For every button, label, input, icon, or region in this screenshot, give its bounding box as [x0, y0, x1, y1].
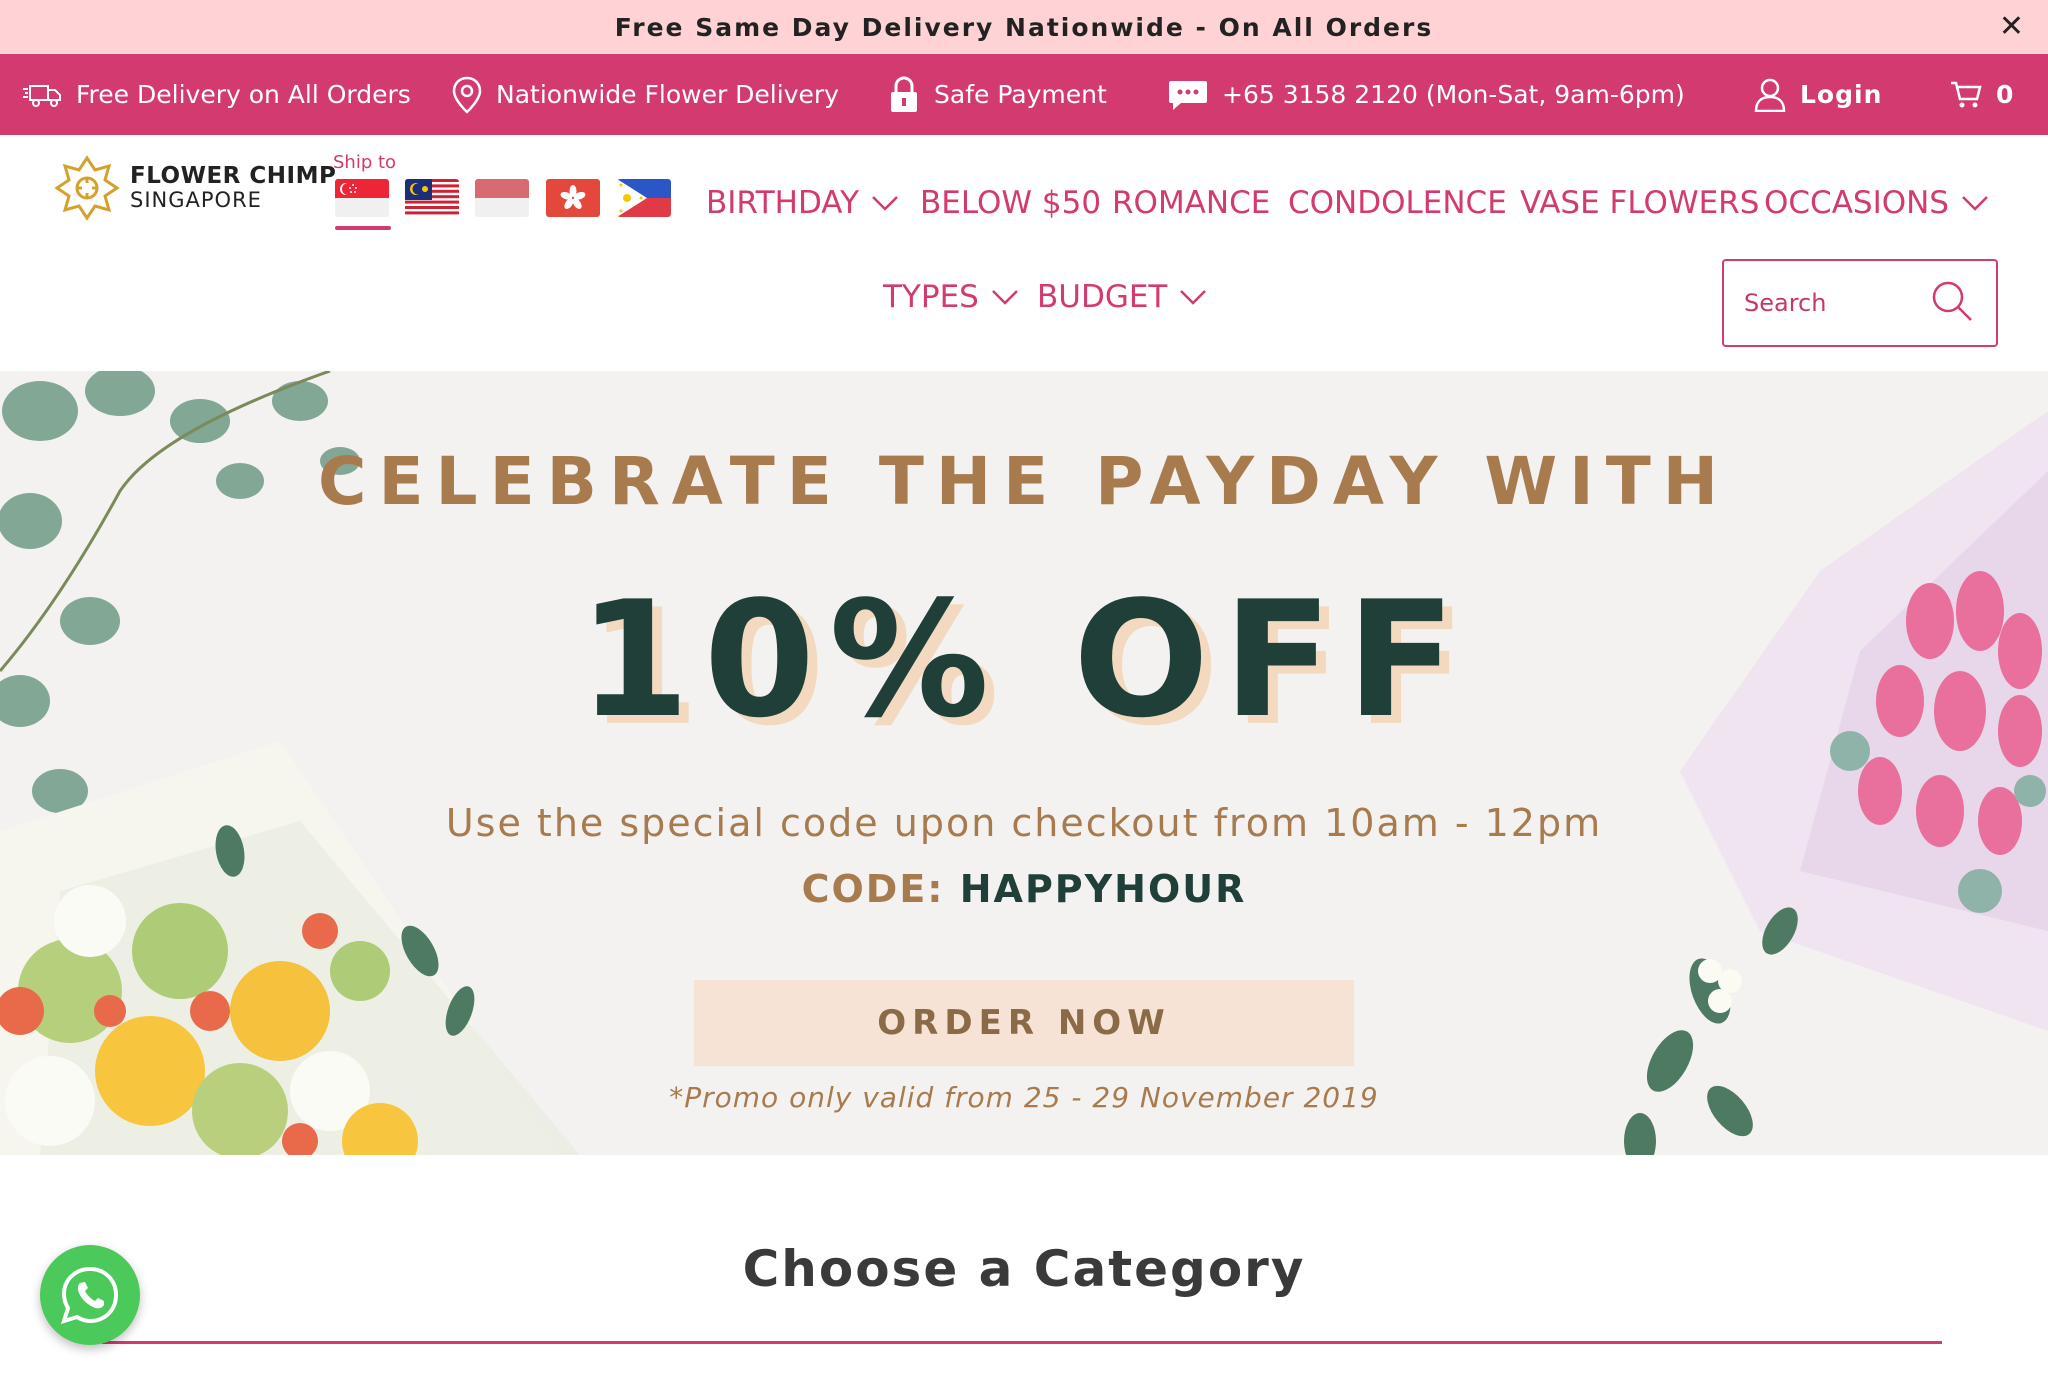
promo-code-value: HAPPYHOUR: [959, 867, 1247, 911]
free-delivery-info: Free Delivery on All Orders: [22, 54, 411, 135]
announcement-bar: Free Same Day Delivery Nationwide - On A…: [0, 0, 2048, 54]
announcement-text: Free Same Day Delivery Nationwide - On A…: [614, 12, 1434, 42]
banner-offer: 10% OFF: [578, 566, 1470, 753]
login-text: Login: [1800, 80, 1883, 109]
user-icon: [1754, 78, 1786, 112]
whatsapp-icon: [60, 1266, 119, 1325]
category-divider: [102, 1341, 1942, 1344]
ship-to-label: Ship to: [333, 152, 397, 173]
chevron-down-icon: [872, 196, 898, 211]
delivery-truck-icon: [23, 84, 61, 107]
order-now-button[interactable]: ORDER NOW: [694, 980, 1354, 1066]
safe-payment-info: Safe Payment: [888, 54, 1107, 135]
chat-icon: [1169, 80, 1207, 110]
banner-promo-note: *Promo only valid from 25 - 29 November …: [669, 1081, 1379, 1114]
cart-count: 0: [1996, 80, 2014, 109]
chevron-down-icon: [1962, 196, 1988, 211]
whatsapp-button[interactable]: [40, 1245, 140, 1345]
nav-below-50[interactable]: BELOW $50: [920, 185, 1101, 221]
promo-code-label: CODE:: [801, 867, 945, 911]
logo-country: SINGAPORE: [130, 188, 262, 213]
nav-birthday-label: BIRTHDAY: [706, 185, 860, 221]
logo-brand-name: FLOWER CHIMP: [130, 162, 337, 189]
nav-occasions-label: OCCASIONS: [1764, 185, 1949, 221]
banner-code: CODE: HAPPYHOUR: [0, 867, 2048, 911]
nav-romance-label: ROMANCE: [1112, 185, 1271, 221]
nav-below-50-label: BELOW $50: [920, 185, 1102, 221]
nationwide-delivery-info: Nationwide Flower Delivery: [452, 54, 839, 135]
philippines-flag[interactable]: [617, 179, 671, 217]
lock-icon: [891, 76, 917, 112]
singapore-flag[interactable]: [335, 179, 389, 217]
cart-icon: [1951, 81, 1982, 107]
nav-birthday[interactable]: BIRTHDAY: [706, 185, 899, 221]
promo-banner[interactable]: CELEBRATE THE PAYDAY WITH 10% OFF Use th…: [0, 371, 2048, 1155]
category-section-title: Choose a Category: [742, 1240, 1306, 1298]
nav-romance[interactable]: ROMANCE: [1112, 185, 1270, 221]
hong-kong-flag[interactable]: [546, 179, 600, 217]
flower-logo-icon: [54, 155, 120, 221]
nav-vase-flowers[interactable]: VASE FLOWERS: [1520, 185, 1759, 221]
phone-info: +65 3158 2120 (Mon-Sat, 9am-6pm): [1168, 54, 1685, 135]
chevron-down-icon: [1180, 290, 1207, 305]
site-header: FLOWER CHIMP SINGAPORE Ship to BIRTHDAY …: [0, 135, 2048, 371]
selected-flag-indicator: [335, 226, 391, 230]
phone-text: +65 3158 2120 (Mon-Sat, 9am-6pm): [1222, 80, 1685, 109]
nav-vase-flowers-label: VASE FLOWERS: [1520, 185, 1760, 221]
malaysia-flag[interactable]: [405, 179, 459, 217]
site-logo[interactable]: FLOWER CHIMP SINGAPORE: [52, 153, 336, 223]
nationwide-delivery-text: Nationwide Flower Delivery: [496, 80, 839, 109]
search-box: [1722, 259, 1998, 347]
login-link[interactable]: Login: [1754, 54, 1882, 135]
chevron-down-icon: [991, 290, 1018, 305]
search-input[interactable]: [1744, 289, 1934, 317]
nav-occasions[interactable]: OCCASIONS: [1764, 185, 1989, 221]
nav-condolence[interactable]: CONDOLENCE: [1288, 185, 1507, 221]
nav-condolence-label: CONDOLENCE: [1288, 185, 1507, 221]
nav-types[interactable]: TYPES: [883, 279, 1019, 315]
close-icon[interactable]: ✕: [1999, 9, 2024, 44]
cart-link[interactable]: 0: [1950, 54, 2013, 135]
free-delivery-text: Free Delivery on All Orders: [76, 80, 411, 109]
nav-budget-label: BUDGET: [1037, 279, 1168, 315]
search-icon[interactable]: [1930, 279, 1974, 323]
nav-budget[interactable]: BUDGET: [1037, 279, 1207, 315]
indonesia-flag[interactable]: [475, 179, 529, 217]
safe-payment-text: Safe Payment: [934, 80, 1107, 109]
banner-subtext: Use the special code upon checkout from …: [445, 801, 1603, 845]
nav-types-label: TYPES: [883, 279, 979, 315]
info-bar: Free Delivery on All Orders Nationwide F…: [0, 54, 2048, 135]
banner-headline: CELEBRATE THE PAYDAY WITH: [318, 443, 1730, 520]
location-pin-icon: [452, 76, 482, 114]
